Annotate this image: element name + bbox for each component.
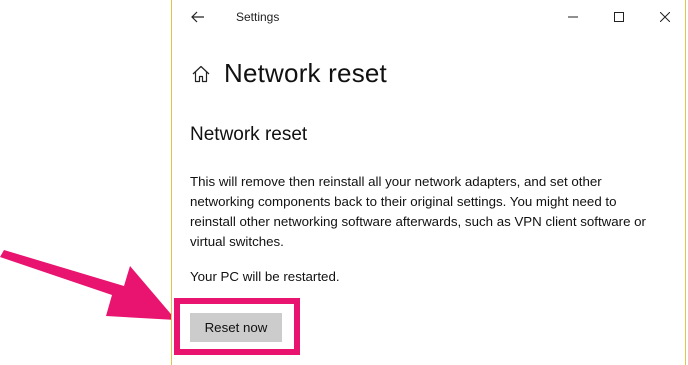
close-icon — [660, 12, 670, 22]
settings-window: Settings Network reset Network reset Thi… — [171, 0, 686, 365]
back-button[interactable] — [184, 6, 212, 28]
reset-now-button[interactable]: Reset now — [190, 313, 282, 342]
maximize-button[interactable] — [596, 0, 642, 34]
title-bar: Settings — [172, 0, 685, 34]
restart-note: Your PC will be restarted. — [190, 269, 340, 284]
page-title: Network reset — [224, 58, 387, 88]
section-title: Network reset — [190, 124, 308, 145]
back-arrow-icon — [191, 11, 204, 23]
maximize-icon — [614, 12, 624, 22]
pointer-arrow-icon — [0, 250, 176, 320]
minimize-icon — [568, 16, 578, 18]
description-text: This will remove then reinstall all your… — [190, 174, 646, 249]
minimize-button[interactable] — [550, 0, 596, 34]
screenshot-canvas: Settings Network reset Network reset Thi… — [0, 0, 688, 365]
home-icon[interactable] — [190, 63, 212, 85]
page-header: Network reset — [190, 58, 387, 89]
close-button[interactable] — [642, 0, 688, 34]
window-title: Settings — [236, 10, 280, 24]
